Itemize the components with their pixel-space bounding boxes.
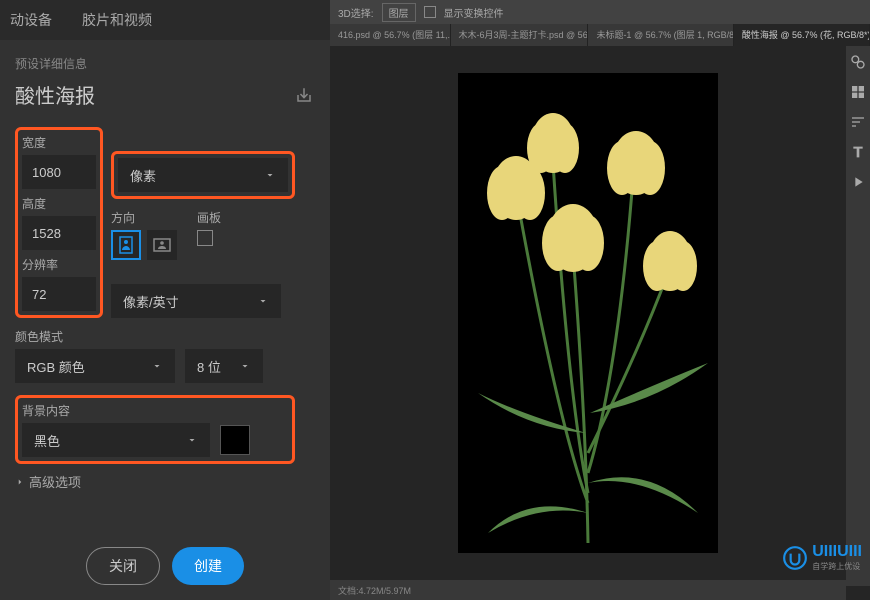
- preset-detail-label: 预设详细信息: [15, 55, 315, 72]
- orientation-portrait[interactable]: [111, 230, 141, 260]
- doc-tab-active[interactable]: 酸性海报 @ 56.7% (花, RGB/8*) *: [734, 24, 870, 46]
- play-icon[interactable]: [850, 174, 866, 190]
- resolution-label: 分辨率: [22, 256, 96, 273]
- height-label: 高度: [22, 195, 96, 212]
- width-input[interactable]: [22, 155, 96, 189]
- options-bar: 3D选择: 图层 显示变换控件: [330, 0, 870, 24]
- advanced-label: 高级选项: [29, 472, 81, 491]
- transform-label: 显示变换控件: [444, 5, 504, 20]
- color-mode-value: RGB 颜色: [27, 357, 85, 376]
- highlight-unit: 像素: [111, 151, 295, 199]
- color-mode-select[interactable]: RGB 颜色: [15, 349, 175, 383]
- chevron-down-icon: [186, 434, 198, 446]
- watermark-text: UIIIUIII: [812, 543, 862, 561]
- preset-title[interactable]: 酸性海报: [15, 80, 95, 109]
- color-mode-label: 颜色模式: [15, 328, 315, 345]
- highlight-dimensions: 宽度 高度 分辨率: [15, 127, 103, 318]
- advanced-options[interactable]: 高级选项: [15, 472, 315, 491]
- height-input[interactable]: [22, 216, 96, 250]
- resolution-input[interactable]: [22, 277, 96, 311]
- highlight-bg: 背景内容 黑色: [15, 395, 295, 464]
- close-button[interactable]: 关闭: [86, 547, 160, 585]
- watermark: UIIIUIII 自学跨上优设: [782, 543, 862, 572]
- bg-label: 背景内容: [22, 404, 70, 418]
- logo-icon: [782, 545, 808, 571]
- right-toolbar: [846, 46, 870, 586]
- type-icon[interactable]: [850, 144, 866, 160]
- bit-depth-select[interactable]: 8 位: [185, 349, 263, 383]
- artboard-checkbox[interactable]: [197, 230, 213, 246]
- flower-artwork: [458, 73, 718, 553]
- 3d-select-label: 3D选择:: [338, 5, 374, 20]
- watermark-sub: 自学跨上优设: [812, 561, 862, 572]
- width-label: 宽度: [22, 134, 96, 151]
- doc-tab[interactable]: 未标题-1 @ 56.7% (图层 1, RGB/8...: [588, 24, 733, 46]
- adjust-icon[interactable]: [850, 114, 866, 130]
- canvas-area: Adobe Photoshop CC 2018 3D选择: 图层 显示变换控件 …: [330, 0, 870, 600]
- doc-tab[interactable]: 木木-6月3周-主题打卡.psd @ 56...: [451, 24, 589, 46]
- tab-film-video[interactable]: 胶片和视频: [82, 10, 152, 30]
- transform-checkbox[interactable]: [424, 6, 436, 18]
- orientation-label: 方向: [111, 209, 177, 226]
- orientation-landscape[interactable]: [147, 230, 177, 260]
- artboard-label: 画板: [197, 209, 221, 226]
- view-mode[interactable]: 图层: [382, 3, 416, 22]
- res-unit-value: 像素/英寸: [123, 292, 179, 311]
- category-tabs: 动设备 胶片和视频: [0, 0, 330, 40]
- tab-mobile[interactable]: 动设备: [10, 10, 52, 30]
- swatches-icon[interactable]: [850, 54, 866, 70]
- status-text: 文档:4.72M/5.97M: [338, 584, 411, 597]
- grid-icon[interactable]: [850, 84, 866, 100]
- chevron-down-icon: [257, 295, 269, 307]
- bg-select[interactable]: 黑色: [22, 423, 210, 457]
- save-preset-icon[interactable]: [293, 86, 315, 104]
- document-tabs: 416.psd @ 56.7% (图层 11,... 木木-6月3周-主题打卡.…: [330, 24, 870, 46]
- status-bar: 文档:4.72M/5.97M: [330, 580, 846, 600]
- resolution-unit-select[interactable]: 像素/英寸: [111, 284, 281, 318]
- chevron-down-icon: [151, 360, 163, 372]
- chevron-down-icon: [264, 169, 276, 181]
- bg-color-swatch[interactable]: [220, 425, 250, 455]
- canvas-viewport[interactable]: [330, 46, 846, 580]
- chevron-right-icon: [15, 477, 25, 487]
- doc-tab[interactable]: 416.psd @ 56.7% (图层 11,...: [330, 24, 451, 46]
- bit-depth-value: 8 位: [197, 357, 221, 376]
- artboard: [458, 73, 718, 553]
- unit-value: 像素: [130, 166, 156, 185]
- bg-value: 黑色: [34, 431, 60, 450]
- chevron-down-icon: [239, 360, 251, 372]
- new-document-panel: 动设备 胶片和视频 预设详细信息 酸性海报 宽度 高度 分辨率: [0, 0, 330, 600]
- create-button[interactable]: 创建: [172, 547, 244, 585]
- unit-select[interactable]: 像素: [118, 158, 288, 192]
